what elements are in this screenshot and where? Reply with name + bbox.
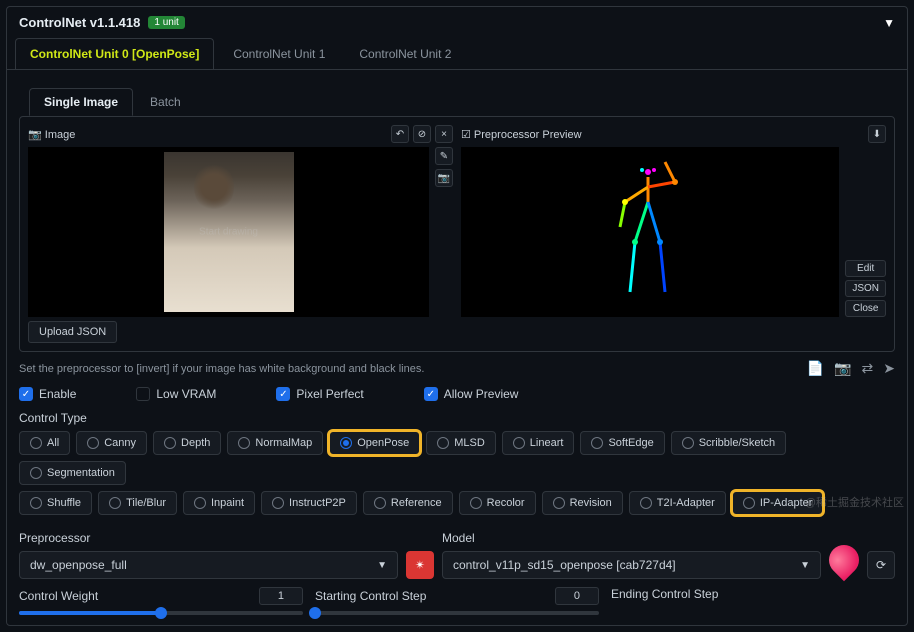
- tab-unit-0[interactable]: ControlNet Unit 0 [OpenPose]: [15, 38, 214, 69]
- enable-checkbox[interactable]: ✓Enable: [19, 387, 76, 401]
- model-label: Model: [442, 531, 821, 545]
- download-icon[interactable]: ⬇: [868, 125, 886, 143]
- radio-instructp2p[interactable]: InstructP2P: [261, 491, 357, 515]
- radio-lineart[interactable]: Lineart: [502, 431, 575, 455]
- clear-icon[interactable]: ⊘: [413, 125, 431, 143]
- radio-scribble-sketch[interactable]: Scribble/Sketch: [671, 431, 786, 455]
- tab-unit-2[interactable]: ControlNet Unit 2: [344, 38, 466, 69]
- doc-icon[interactable]: 📄: [807, 360, 824, 377]
- preview-label: Preprocessor Preview: [474, 129, 582, 141]
- json-button[interactable]: JSON: [845, 280, 886, 297]
- swap-icon[interactable]: ⇄: [862, 360, 874, 377]
- unit-badge: 1 unit: [148, 16, 184, 29]
- radio-inpaint[interactable]: Inpaint: [183, 491, 255, 515]
- radio-t2i-adapter[interactable]: T2I-Adapter: [629, 491, 726, 515]
- preprocessor-select[interactable]: dw_openpose_full▼: [19, 551, 398, 579]
- drawing-hint: Start drawing: [199, 227, 258, 238]
- source-image[interactable]: Start drawing: [164, 152, 294, 312]
- radio-all[interactable]: All: [19, 431, 70, 455]
- pencil-icon[interactable]: ✎: [435, 147, 453, 165]
- close-button[interactable]: Close: [845, 300, 886, 317]
- tab-batch[interactable]: Batch: [135, 88, 196, 116]
- radio-depth[interactable]: Depth: [153, 431, 221, 455]
- explode-button[interactable]: ✴: [406, 551, 434, 579]
- pose-preview: [580, 152, 720, 312]
- control-weight-value[interactable]: 1: [259, 587, 303, 605]
- radio-softedge[interactable]: SoftEdge: [580, 431, 664, 455]
- undo-icon[interactable]: ↶: [391, 125, 409, 143]
- source-image-box: 📷 Image ↶ ⊘ × Start drawing ✎ 📷: [28, 125, 453, 343]
- control-type-label: Control Type: [19, 411, 895, 425]
- close-icon[interactable]: ×: [435, 125, 453, 143]
- camera-icon[interactable]: 📷: [435, 169, 453, 187]
- watermark: @稀土掘金技术社区: [805, 494, 904, 510]
- send-icon[interactable]: ➤: [883, 360, 895, 377]
- preview-box: ☑ Preprocessor Preview ⬇: [461, 125, 886, 343]
- model-select[interactable]: control_v11p_sd15_openpose [cab727d4]▼: [442, 551, 821, 579]
- allow-preview-checkbox[interactable]: ✓Allow Preview: [424, 387, 519, 401]
- radio-normalmap[interactable]: NormalMap: [227, 431, 323, 455]
- radio-recolor[interactable]: Recolor: [459, 491, 536, 515]
- control-type-row2: ShuffleTile/BlurInpaintInstructP2PRefere…: [19, 491, 895, 515]
- hint-text: Set the preprocessor to [invert] if your…: [19, 363, 424, 375]
- pixel-perfect-checkbox[interactable]: ✓Pixel Perfect: [276, 387, 363, 401]
- radio-canny[interactable]: Canny: [76, 431, 147, 455]
- mode-tabs: Single Image Batch: [19, 80, 895, 116]
- radio-segmentation[interactable]: Segmentation: [19, 461, 126, 485]
- control-weight-label: Control Weight: [19, 589, 98, 603]
- refresh-button[interactable]: ⟳: [867, 551, 895, 579]
- end-step-label: Ending Control Step: [611, 587, 718, 601]
- tab-unit-1[interactable]: ControlNet Unit 1: [218, 38, 340, 69]
- radio-mlsd[interactable]: MLSD: [426, 431, 496, 455]
- radio-shuffle[interactable]: Shuffle: [19, 491, 92, 515]
- upload-json-button[interactable]: Upload JSON: [28, 321, 117, 343]
- control-type-row1: AllCannyDepthNormalMapOpenPoseMLSDLinear…: [19, 431, 895, 485]
- start-step-label: Starting Control Step: [315, 589, 426, 603]
- start-step-slider[interactable]: [315, 611, 599, 615]
- radio-openpose[interactable]: OpenPose: [329, 431, 420, 455]
- balloon-icon: [823, 539, 865, 581]
- camera-icon[interactable]: 📷: [834, 360, 851, 377]
- unit-tabs: ControlNet Unit 0 [OpenPose] ControlNet …: [7, 38, 907, 70]
- tab-single-image[interactable]: Single Image: [29, 88, 133, 116]
- panel-title: ControlNet v1.1.418: [19, 15, 140, 30]
- preprocessor-label: Preprocessor: [19, 531, 398, 545]
- collapse-caret-icon[interactable]: ▼: [883, 16, 895, 30]
- radio-reference[interactable]: Reference: [363, 491, 453, 515]
- edit-button[interactable]: Edit: [845, 260, 886, 277]
- control-weight-slider[interactable]: [19, 611, 303, 615]
- lowvram-checkbox[interactable]: Low VRAM: [136, 387, 216, 401]
- image-label: 📷 Image: [28, 128, 75, 141]
- radio-revision[interactable]: Revision: [542, 491, 623, 515]
- start-step-value[interactable]: 0: [555, 587, 599, 605]
- radio-tile-blur[interactable]: Tile/Blur: [98, 491, 177, 515]
